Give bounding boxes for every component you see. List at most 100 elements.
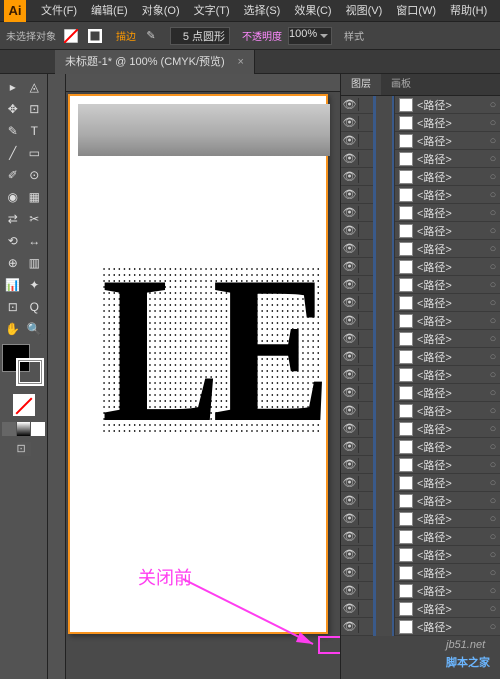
visibility-toggle-icon[interactable]: 👁 — [341, 260, 359, 273]
target-icon[interactable]: ○ — [486, 189, 500, 201]
tool-9-0[interactable]: 📊 — [2, 274, 24, 296]
visibility-toggle-icon[interactable]: 👁 — [341, 620, 359, 633]
target-icon[interactable]: ○ — [486, 513, 500, 525]
target-icon[interactable]: ○ — [486, 153, 500, 165]
visibility-toggle-icon[interactable]: 👁 — [341, 440, 359, 453]
stroke-color-swatch[interactable] — [16, 358, 44, 386]
visibility-toggle-icon[interactable]: 👁 — [341, 548, 359, 561]
tool-10-1[interactable]: Q — [24, 296, 46, 318]
tool-0-0[interactable]: ▸ — [2, 76, 24, 98]
visibility-toggle-icon[interactable]: 👁 — [341, 224, 359, 237]
menu-type[interactable]: 文字(T) — [187, 0, 237, 22]
layer-row[interactable]: 👁<路径>○ — [341, 276, 500, 294]
tool-3-0[interactable]: ╱ — [2, 142, 24, 164]
tool-5-0[interactable]: ◉ — [2, 186, 24, 208]
target-icon[interactable]: ○ — [486, 99, 500, 111]
target-icon[interactable]: ○ — [486, 243, 500, 255]
target-icon[interactable]: ○ — [486, 261, 500, 273]
layer-row[interactable]: 👁<路径>○ — [341, 402, 500, 420]
target-icon[interactable]: ○ — [486, 567, 500, 579]
target-icon[interactable]: ○ — [486, 423, 500, 435]
visibility-toggle-icon[interactable]: 👁 — [341, 476, 359, 489]
fill-stroke-indicator[interactable] — [2, 344, 46, 388]
tool-1-0[interactable]: ✥ — [2, 98, 24, 120]
color-mode-none[interactable] — [31, 422, 45, 436]
menu-help[interactable]: 帮助(H) — [443, 0, 494, 22]
document-tab[interactable]: 未标题-1* @ 100% (CMYK/预览) × — [55, 50, 255, 74]
layer-row[interactable]: 👁<路径>○ — [341, 420, 500, 438]
tool-10-0[interactable]: ⊡ — [2, 296, 24, 318]
layer-row[interactable]: 👁<路径>○ — [341, 312, 500, 330]
artwork-text[interactable]: LE — [102, 266, 323, 434]
layer-row[interactable]: 👁<路径>○ — [341, 456, 500, 474]
visibility-toggle-icon[interactable]: 👁 — [341, 170, 359, 183]
target-icon[interactable]: ○ — [486, 135, 500, 147]
target-icon[interactable]: ○ — [486, 333, 500, 345]
visibility-toggle-icon[interactable]: 👁 — [341, 404, 359, 417]
layer-row[interactable]: 👁<路径>○ — [341, 204, 500, 222]
target-icon[interactable]: ○ — [486, 603, 500, 615]
visibility-toggle-icon[interactable]: 👁 — [341, 116, 359, 129]
tool-6-0[interactable]: ⇄ — [2, 208, 24, 230]
tool-4-0[interactable]: ✐ — [2, 164, 24, 186]
target-icon[interactable]: ○ — [486, 279, 500, 291]
tool-4-1[interactable]: ⊙ — [24, 164, 46, 186]
visibility-toggle-icon[interactable]: 👁 — [341, 98, 359, 111]
visibility-toggle-icon[interactable]: 👁 — [341, 332, 359, 345]
tab-artboards[interactable]: 画板 — [381, 74, 421, 95]
visibility-toggle-icon[interactable]: 👁 — [341, 494, 359, 507]
tool-6-1[interactable]: ✂ — [24, 208, 46, 230]
visibility-toggle-icon[interactable]: 👁 — [341, 188, 359, 201]
layer-row[interactable]: 👁<路径>○ — [341, 150, 500, 168]
menu-view[interactable]: 视图(V) — [339, 0, 390, 22]
layer-row[interactable]: 👁<路径>○ — [341, 258, 500, 276]
menu-window[interactable]: 窗口(W) — [389, 0, 443, 22]
tool-3-1[interactable]: ▭ — [24, 142, 46, 164]
target-icon[interactable]: ○ — [486, 549, 500, 561]
target-icon[interactable]: ○ — [486, 207, 500, 219]
none-color-swatch[interactable] — [13, 394, 35, 416]
layer-row[interactable]: 👁<路径>○ — [341, 546, 500, 564]
color-mode-gradient[interactable] — [17, 422, 31, 436]
fill-swatch-icon[interactable] — [62, 27, 80, 45]
target-icon[interactable]: ○ — [486, 297, 500, 309]
screen-mode-button[interactable]: ⊡ — [17, 442, 31, 456]
visibility-toggle-icon[interactable]: 👁 — [341, 152, 359, 165]
visibility-toggle-icon[interactable]: 👁 — [341, 422, 359, 435]
target-icon[interactable]: ○ — [486, 351, 500, 363]
menu-object[interactable]: 对象(O) — [135, 0, 187, 22]
tab-layers[interactable]: 图层 — [341, 74, 381, 95]
menu-select[interactable]: 选择(S) — [237, 0, 288, 22]
tool-5-1[interactable]: ▦ — [24, 186, 46, 208]
layer-row[interactable]: 👁<路径>○ — [341, 168, 500, 186]
tool-7-1[interactable]: ↔ — [24, 230, 46, 252]
layer-row[interactable]: 👁<路径>○ — [341, 96, 500, 114]
tool-2-0[interactable]: ✎ — [2, 120, 24, 142]
tool-7-0[interactable]: ⟲ — [2, 230, 24, 252]
tool-8-1[interactable]: ▥ — [24, 252, 46, 274]
layer-row[interactable]: 👁<路径>○ — [341, 240, 500, 258]
layer-row[interactable]: 👁<路径>○ — [341, 618, 500, 636]
target-icon[interactable]: ○ — [486, 117, 500, 129]
visibility-toggle-icon[interactable]: 👁 — [341, 242, 359, 255]
layer-row[interactable]: 👁<路径>○ — [341, 366, 500, 384]
layer-row[interactable]: 👁<路径>○ — [341, 528, 500, 546]
menu-effect[interactable]: 效果(C) — [287, 0, 338, 22]
layer-row[interactable]: 👁<路径>○ — [341, 348, 500, 366]
layer-row[interactable]: 👁<路径>○ — [341, 330, 500, 348]
visibility-toggle-icon[interactable]: 👁 — [341, 386, 359, 399]
visibility-toggle-icon[interactable]: 👁 — [341, 530, 359, 543]
target-icon[interactable]: ○ — [486, 225, 500, 237]
stroke-swatch-icon[interactable] — [86, 27, 104, 45]
visibility-toggle-icon[interactable]: 👁 — [341, 368, 359, 381]
tool-2-1[interactable]: T — [24, 120, 46, 142]
layer-row[interactable]: 👁<路径>○ — [341, 384, 500, 402]
menu-file[interactable]: 文件(F) — [34, 0, 84, 22]
visibility-toggle-icon[interactable]: 👁 — [341, 350, 359, 363]
layer-row[interactable]: 👁<路径>○ — [341, 582, 500, 600]
layer-row[interactable]: 👁<路径>○ — [341, 474, 500, 492]
color-mode-normal[interactable] — [2, 422, 16, 436]
menu-edit[interactable]: 编辑(E) — [84, 0, 135, 22]
target-icon[interactable]: ○ — [486, 459, 500, 471]
target-icon[interactable]: ○ — [486, 621, 500, 633]
